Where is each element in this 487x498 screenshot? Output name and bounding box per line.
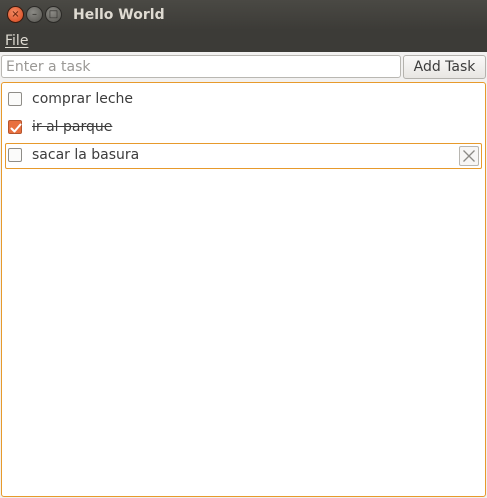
task-checkbox[interactable] xyxy=(8,120,22,134)
menubar: File xyxy=(0,30,487,52)
task-item[interactable]: ir al parque xyxy=(5,115,482,141)
task-label: ir al parque xyxy=(32,119,113,135)
task-list: comprar leche ir al parque sacar la basu… xyxy=(1,82,486,497)
task-checkbox[interactable] xyxy=(8,148,22,162)
task-checkbox[interactable] xyxy=(8,92,22,106)
minimize-icon: – xyxy=(32,8,37,20)
task-item[interactable]: sacar la basura xyxy=(5,143,482,169)
task-label: comprar leche xyxy=(32,91,134,107)
checkmark-icon xyxy=(10,123,22,133)
maximize-icon: □ xyxy=(48,8,59,20)
window-title: Hello World xyxy=(73,7,165,23)
close-window-button[interactable]: × xyxy=(7,6,24,23)
window-titlebar[interactable]: × – □ Hello World xyxy=(0,0,487,30)
task-item[interactable]: comprar leche xyxy=(5,87,482,113)
add-task-button[interactable]: Add Task xyxy=(403,55,486,79)
delete-task-button[interactable] xyxy=(459,146,479,166)
maximize-window-button[interactable]: □ xyxy=(45,6,62,23)
menu-file[interactable]: File xyxy=(5,33,28,49)
minimize-window-button[interactable]: – xyxy=(26,6,43,23)
task-input[interactable] xyxy=(1,55,401,78)
close-icon: × xyxy=(11,8,20,20)
task-label: sacar la basura xyxy=(32,147,140,163)
close-icon xyxy=(463,150,475,162)
